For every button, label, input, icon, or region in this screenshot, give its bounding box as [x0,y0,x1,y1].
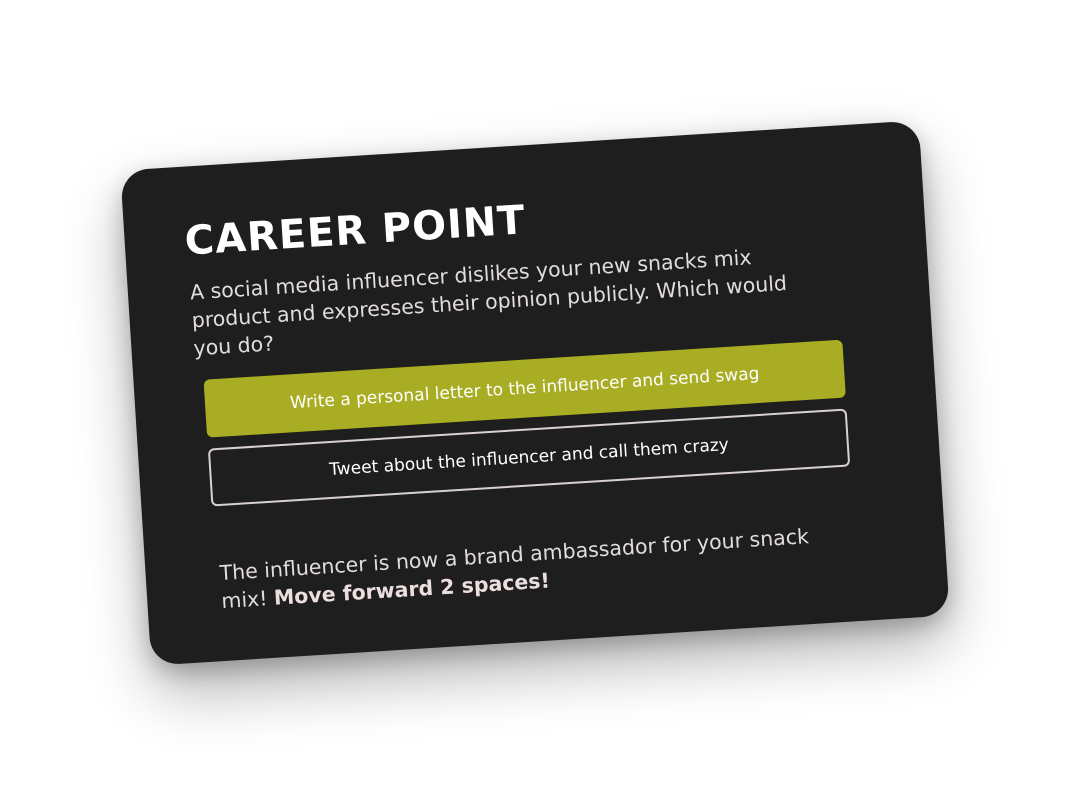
page: CAREER POINT A social media influencer d… [0,0,1070,786]
option-label: Tweet about the influencer and call them… [328,434,730,481]
option-label: Write a personal letter to the influence… [289,363,760,414]
career-point-card: CAREER POINT A social media influencer d… [120,120,950,666]
card-title: CAREER POINT [183,197,528,265]
result-message: The influencer is now a brand ambassador… [219,519,861,615]
